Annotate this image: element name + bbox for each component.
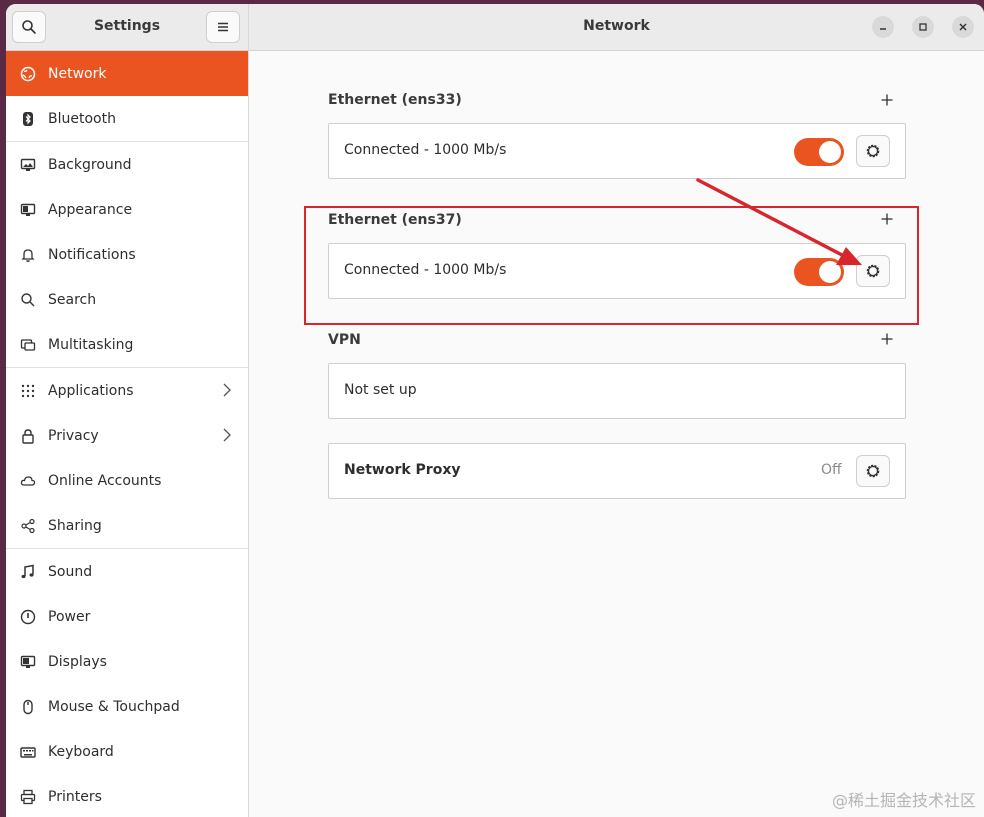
watermark: @稀土掘金技术社区 (831, 791, 976, 810)
settings-window: Settings Network Bluetooth Background Ap… (6, 4, 984, 817)
annotation-arrow-icon (696, 178, 862, 265)
